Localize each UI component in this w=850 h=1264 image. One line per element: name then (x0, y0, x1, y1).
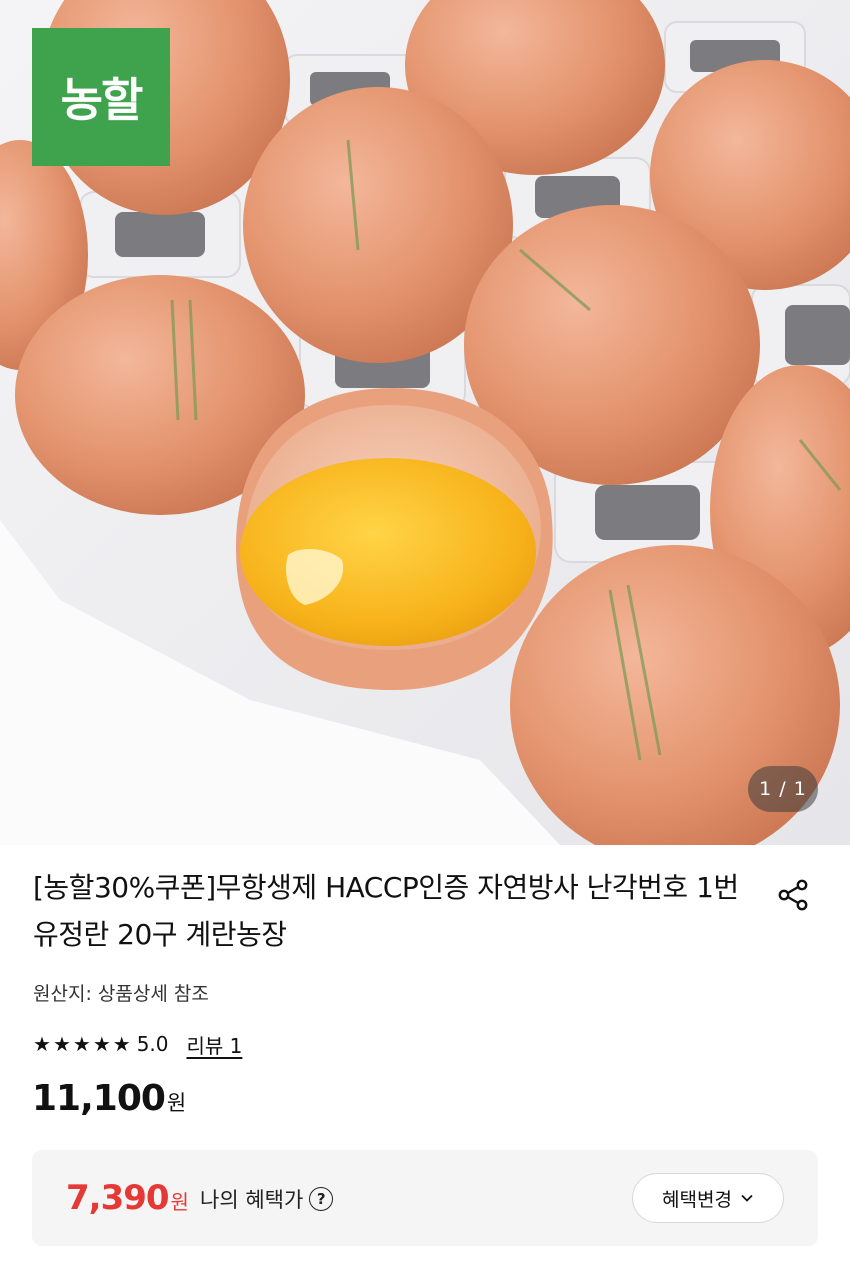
price-amount: 11,100 (32, 1078, 166, 1119)
star-icon: ★ (52, 1032, 71, 1056)
benefit-unit: 원 (170, 1190, 189, 1214)
rating-row: ★ ★ ★ ★ ★ 5.0 리뷰 1 (33, 1029, 242, 1059)
share-icon (778, 879, 808, 911)
origin-info: 원산지: 상품상세 참조 (33, 983, 209, 1005)
star-icon: ★ (112, 1032, 131, 1056)
change-benefit-button[interactable]: 혜택변경 (632, 1173, 784, 1223)
benefit-price: 7,390 원 (66, 1178, 189, 1218)
benefit-amount: 7,390 (66, 1178, 170, 1218)
benefit-label-row: 나의 혜택가 ? (200, 1184, 334, 1214)
star-icon: ★ (33, 1032, 51, 1056)
product-price: 11,100 원 (32, 1078, 186, 1119)
star-icon: ★ (92, 1032, 111, 1056)
brand-badge: 농할 (32, 28, 170, 166)
image-counter: 1 / 1 (748, 766, 818, 812)
price-unit: 원 (166, 1091, 187, 1115)
review-link[interactable]: 리뷰 1 (187, 1030, 243, 1059)
product-title: [농할30%쿠폰]무항생제 HACCP인증 자연방사 난각번호 1번 유정란 2… (33, 871, 739, 951)
benefit-price-box: 7,390 원 나의 혜택가 ? 혜택변경 (32, 1150, 818, 1246)
star-icon: ★ (72, 1032, 91, 1056)
rating-value: 5.0 (136, 1032, 169, 1056)
rating-stars: ★ ★ ★ ★ ★ (33, 1034, 131, 1054)
benefit-label: 나의 혜택가 (200, 1188, 304, 1212)
change-benefit-label: 혜택변경 (662, 1188, 732, 1211)
share-button[interactable] (772, 874, 814, 916)
chevron-down-icon (741, 1194, 753, 1202)
help-circle-icon[interactable]: ? (309, 1187, 334, 1211)
product-image-area[interactable]: 농할 1 / 1 (0, 0, 850, 845)
